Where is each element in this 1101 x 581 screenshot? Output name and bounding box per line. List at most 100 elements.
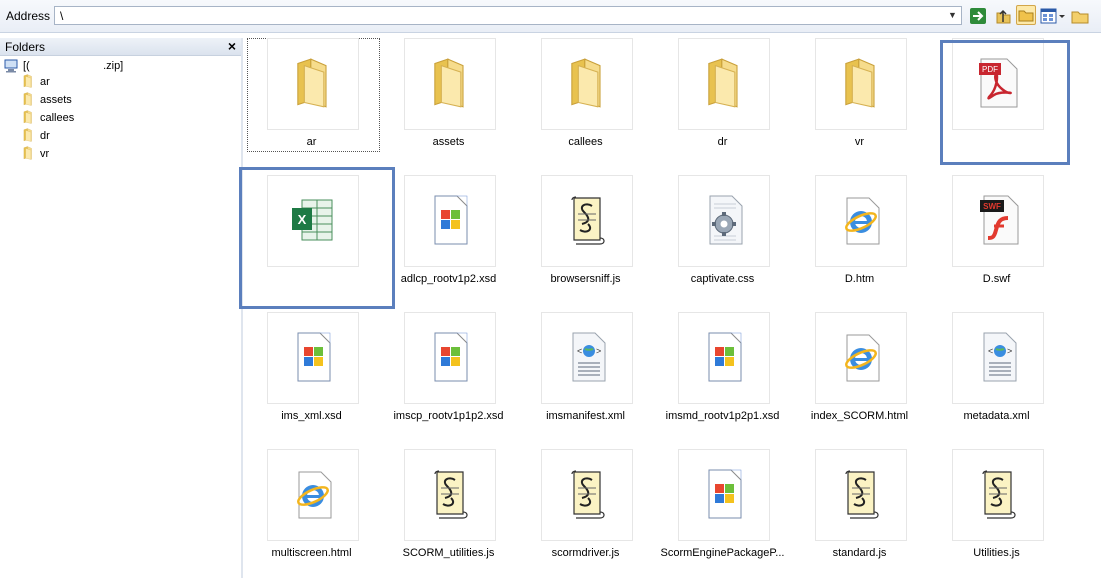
- folders-title: Folders: [5, 40, 46, 54]
- close-icon[interactable]: ×: [228, 38, 236, 54]
- script-icon: [566, 194, 608, 249]
- tree-folder-label: vr: [40, 148, 50, 160]
- file-item[interactable]: D.htm: [791, 170, 928, 307]
- ie-icon: [291, 468, 335, 523]
- script-icon: [566, 468, 608, 523]
- file-thumbnail: [267, 449, 359, 541]
- script-icon: [429, 468, 471, 523]
- file-item[interactable]: captivate.css: [654, 170, 791, 307]
- svg-text:<: <: [577, 346, 582, 356]
- folder-icon: [22, 145, 34, 163]
- file-item[interactable]: < > metadata.xml: [928, 307, 1065, 444]
- folders-toggle-icon[interactable]: [1016, 5, 1036, 25]
- tree-folder-assets[interactable]: assets: [22, 91, 72, 109]
- go-arrow-icon[interactable]: [969, 7, 987, 25]
- windows-file-icon: [703, 331, 745, 386]
- file-thumbnail: [404, 175, 496, 267]
- file-thumbnail: [267, 312, 359, 404]
- file-name: ScormEnginePackageP...: [660, 547, 785, 559]
- tree-folder-ar[interactable]: ar: [22, 73, 50, 90]
- file-name: ims_xml.xsd: [281, 410, 342, 422]
- folder-icon: [702, 57, 746, 112]
- chevron-down-icon[interactable]: ▼: [946, 9, 959, 22]
- tree-folder-vr[interactable]: vr: [22, 145, 50, 163]
- pdf-icon: PDF: [975, 57, 1021, 112]
- file-thumbnail: [404, 449, 496, 541]
- file-name: metadata.xml: [963, 410, 1030, 422]
- svg-text:PDF: PDF: [982, 65, 998, 74]
- tree-root-label: [( .zip]: [23, 60, 124, 72]
- file-thumbnail: [541, 38, 633, 130]
- file-item[interactable]: vr: [791, 33, 928, 170]
- file-item[interactable]: multiscreen.html: [243, 444, 380, 581]
- file-item[interactable]: callees: [517, 33, 654, 170]
- address-value: \: [60, 9, 64, 23]
- file-name: SCORM_utilities.js: [402, 547, 495, 559]
- file-name: vr: [854, 136, 865, 148]
- svg-text:X: X: [298, 212, 307, 227]
- views-icon[interactable]: [1040, 7, 1066, 25]
- xml-icon: < >: [976, 331, 1020, 386]
- svg-text:>: >: [1007, 346, 1012, 356]
- xml-icon: < >: [565, 331, 609, 386]
- ie-icon: [839, 331, 883, 386]
- svg-text:<: <: [988, 346, 993, 356]
- file-item[interactable]: X: [243, 170, 380, 307]
- file-name: adlcp_rootv1p2.xsd: [400, 273, 497, 285]
- file-item[interactable]: imscp_rootv1p1p2.xsd: [380, 307, 517, 444]
- file-thumbnail: [267, 38, 359, 130]
- file-item[interactable]: standard.js: [791, 444, 928, 581]
- file-name: standard.js: [832, 547, 887, 559]
- tree-root-zip[interactable]: [( .zip]: [3, 59, 123, 73]
- file-thumbnail: [952, 449, 1044, 541]
- file-thumbnail: [815, 38, 907, 130]
- file-item[interactable]: Utilities.js: [928, 444, 1065, 581]
- file-item[interactable]: adlcp_rootv1p2.xsd: [380, 170, 517, 307]
- file-item[interactable]: SWF D.swf: [928, 170, 1065, 307]
- up-folder-icon[interactable]: [994, 7, 1012, 25]
- file-item[interactable]: < > imsmanifest.xml: [517, 307, 654, 444]
- file-thumbnail: [815, 312, 907, 404]
- file-item[interactable]: PDF: [928, 33, 1065, 170]
- file-thumbnail: [404, 312, 496, 404]
- file-thumbnail: [678, 449, 770, 541]
- svg-text:SWF: SWF: [983, 202, 1001, 211]
- file-item[interactable]: ScormEnginePackageP...: [654, 444, 791, 581]
- tree-folder-label: ar: [40, 76, 50, 88]
- file-name: multiscreen.html: [271, 547, 352, 559]
- file-name: browsersniff.js: [550, 273, 621, 285]
- file-item[interactable]: ims_xml.xsd: [243, 307, 380, 444]
- address-bar: Address \ ▼: [0, 0, 1101, 33]
- file-item[interactable]: scormdriver.js: [517, 444, 654, 581]
- file-name: assets: [432, 136, 465, 148]
- file-thumbnail: PDF: [952, 38, 1044, 130]
- folder-icon: [428, 57, 472, 112]
- script-icon: [840, 468, 882, 523]
- windows-file-icon: [429, 194, 471, 249]
- file-thumbnail: [404, 38, 496, 130]
- new-folder-icon[interactable]: [1071, 7, 1089, 25]
- file-name: index_SCORM.html: [810, 410, 909, 422]
- file-name: imsmd_rootv1p2p1.xsd: [665, 410, 780, 422]
- file-thumbnail: [815, 449, 907, 541]
- tree-folder-dr[interactable]: dr: [22, 127, 50, 144]
- file-name: D.htm: [844, 273, 875, 285]
- file-item[interactable]: assets: [380, 33, 517, 170]
- file-thumbnail: < >: [952, 312, 1044, 404]
- file-item[interactable]: ar: [243, 33, 380, 170]
- file-item[interactable]: SCORM_utilities.js: [380, 444, 517, 581]
- script-icon: [977, 468, 1019, 523]
- folder-icon: [22, 91, 34, 109]
- tree-folder-callees[interactable]: callees: [22, 109, 74, 126]
- file-name: ar: [306, 136, 317, 148]
- file-view: ar assets callees dr vr PDF X adlcp_root…: [239, 33, 1101, 581]
- computer-icon: [4, 59, 18, 73]
- file-item[interactable]: dr: [654, 33, 791, 170]
- file-item[interactable]: index_SCORM.html: [791, 307, 928, 444]
- file-thumbnail: [541, 449, 633, 541]
- file-item[interactable]: browsersniff.js: [517, 170, 654, 307]
- file-name: dr: [717, 136, 728, 148]
- address-input[interactable]: \ ▼: [54, 6, 962, 25]
- folders-header: Folders ×: [0, 38, 241, 56]
- file-item[interactable]: imsmd_rootv1p2p1.xsd: [654, 307, 791, 444]
